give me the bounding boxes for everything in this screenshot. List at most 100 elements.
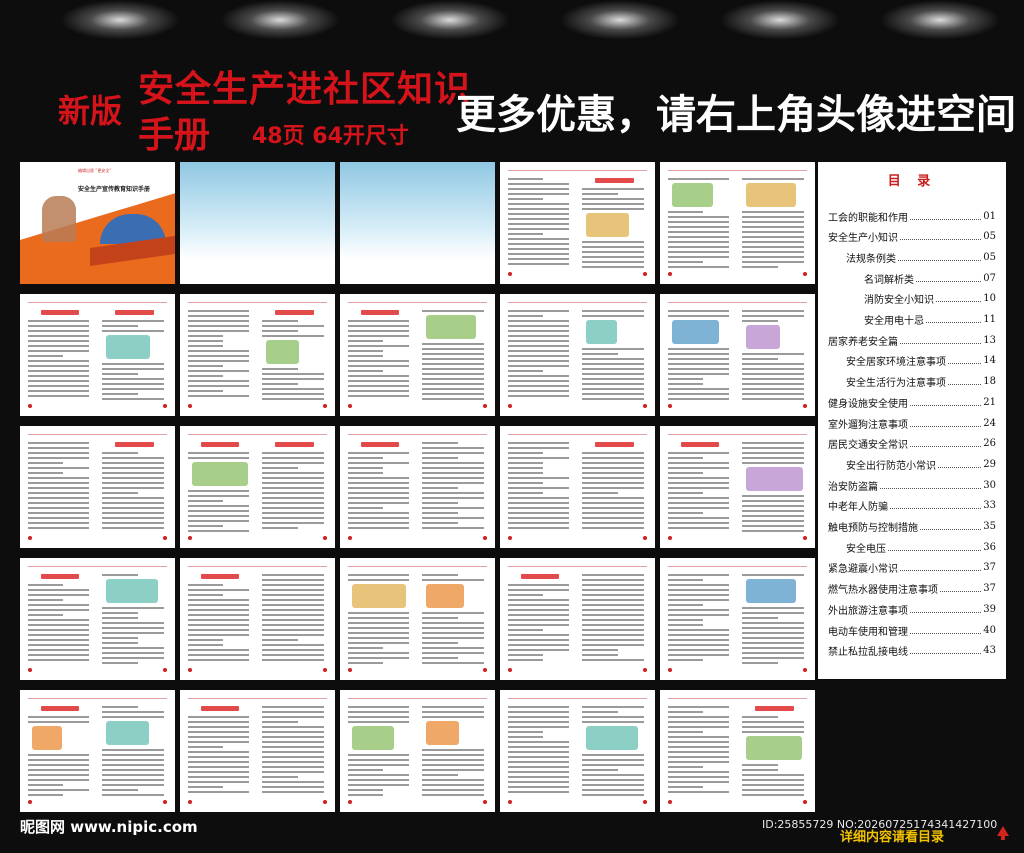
toc-entry[interactable]: 工会的职能和作用 01 xyxy=(828,208,996,224)
toc-entry[interactable]: 居家养老安全篇 13 xyxy=(828,332,996,348)
toc-entry[interactable]: 安全出行防范小常识 29 xyxy=(846,456,996,472)
text-line xyxy=(422,759,484,761)
text-line xyxy=(422,622,484,624)
text-line xyxy=(668,599,729,601)
toc-entry[interactable]: 安全电压 36 xyxy=(846,539,996,555)
text-line xyxy=(582,716,644,718)
text-line xyxy=(508,457,569,459)
text-line xyxy=(508,781,569,783)
text-line xyxy=(188,751,249,753)
toc-entry[interactable]: 健身设施安全使用 21 xyxy=(828,394,996,410)
text-line xyxy=(102,657,164,659)
text-line xyxy=(508,198,544,200)
text-line xyxy=(188,375,224,377)
toc-entry[interactable]: 禁止私拉乱接电线 43 xyxy=(828,643,996,659)
text-line xyxy=(508,502,569,504)
page-illustration xyxy=(106,335,150,359)
toc-entry[interactable]: 消防安全小知识 10 xyxy=(864,291,996,307)
toc-entry-page: 40 xyxy=(983,624,996,636)
text-line xyxy=(668,639,729,641)
text-line xyxy=(262,492,324,494)
text-line xyxy=(102,784,164,786)
title-line2: 手册 xyxy=(138,115,211,156)
text-line xyxy=(508,706,569,708)
toc-entry[interactable]: 室外遛狗注意事项 24 xyxy=(828,415,996,431)
text-line xyxy=(508,634,569,636)
toc-entry[interactable]: 触电预防与控制措施 35 xyxy=(828,519,996,535)
text-line xyxy=(28,477,89,479)
toc-entry[interactable]: 燃气热水器使用注意事项 37 xyxy=(828,581,996,597)
text-line xyxy=(188,335,224,337)
text-line xyxy=(28,789,89,791)
toc-entry[interactable]: 外出旅游注意事项 39 xyxy=(828,601,996,617)
text-line xyxy=(582,363,644,365)
text-line xyxy=(188,716,249,718)
text-line xyxy=(28,584,64,586)
page-number-dot xyxy=(668,404,672,408)
text-line xyxy=(668,378,704,380)
toc-leader-dots xyxy=(910,213,982,220)
text-line xyxy=(508,482,544,484)
toc-entry[interactable]: 紧急避震小常识 37 xyxy=(828,560,996,576)
text-line xyxy=(422,497,484,499)
toc-entry[interactable]: 电动车使用和管理 40 xyxy=(828,622,996,638)
toc-entry[interactable]: 居民交通安全常识 26 xyxy=(828,436,996,452)
toc-entry[interactable]: 安全生活行为注意事项 18 xyxy=(846,374,996,390)
text-line xyxy=(28,507,89,509)
text-line xyxy=(668,756,729,758)
text-line xyxy=(668,584,729,586)
page-number-dot xyxy=(643,668,647,672)
text-line xyxy=(28,370,89,372)
toc-entry[interactable]: 名词解析类 07 xyxy=(864,270,996,286)
cover-people-illustration xyxy=(42,196,76,242)
toc-entry-label: 安全电压 xyxy=(846,543,886,555)
text-line xyxy=(582,348,644,350)
text-line xyxy=(422,310,484,312)
text-line xyxy=(582,353,618,355)
text-line xyxy=(508,776,569,778)
text-line xyxy=(508,365,569,367)
toc-entry-label: 安全生产小知识 xyxy=(828,233,898,245)
text-line xyxy=(102,637,138,639)
toc-entry-page: 07 xyxy=(983,272,996,284)
toc-entry[interactable]: 中老年人防骗 33 xyxy=(828,498,996,514)
text-line xyxy=(422,527,484,529)
text-line xyxy=(668,776,729,778)
text-line xyxy=(508,218,569,220)
toc-entry[interactable]: 安全生产小知识 05 xyxy=(828,229,996,245)
text-line xyxy=(262,527,298,529)
text-line xyxy=(668,221,729,223)
text-line xyxy=(582,619,644,621)
manual-page-thumbnail xyxy=(180,558,335,680)
text-line xyxy=(28,779,89,781)
manual-page-thumbnail xyxy=(340,426,495,548)
toc-entry[interactable]: 安全用电十忌 11 xyxy=(864,312,996,328)
text-line xyxy=(742,652,804,654)
text-line xyxy=(28,794,64,796)
text-line xyxy=(28,330,89,332)
text-line xyxy=(742,789,804,791)
text-line xyxy=(28,624,89,626)
text-line xyxy=(508,649,569,651)
page-number-dot xyxy=(323,404,327,408)
page-number-dot xyxy=(803,668,807,672)
text-line xyxy=(668,216,729,218)
section-heading-bar xyxy=(40,706,80,711)
text-line xyxy=(28,517,89,519)
text-line xyxy=(262,599,324,601)
toc-entry[interactable]: 治安防盗篇 30 xyxy=(828,477,996,493)
toc-entry[interactable]: 安全居家环境注意事项 14 xyxy=(846,353,996,369)
text-line xyxy=(348,365,409,367)
text-line xyxy=(422,794,484,796)
text-line xyxy=(668,589,729,591)
text-line xyxy=(582,487,644,489)
text-line xyxy=(262,584,324,586)
text-line xyxy=(102,373,138,375)
text-line xyxy=(262,398,324,400)
toc-entry-label: 健身设施安全使用 xyxy=(828,398,908,410)
toc-leader-dots xyxy=(888,544,982,551)
manual-page-thumbnail xyxy=(340,294,495,416)
text-line xyxy=(668,614,729,616)
toc-entry[interactable]: 法规条例类 05 xyxy=(846,249,996,265)
text-line xyxy=(508,756,569,758)
